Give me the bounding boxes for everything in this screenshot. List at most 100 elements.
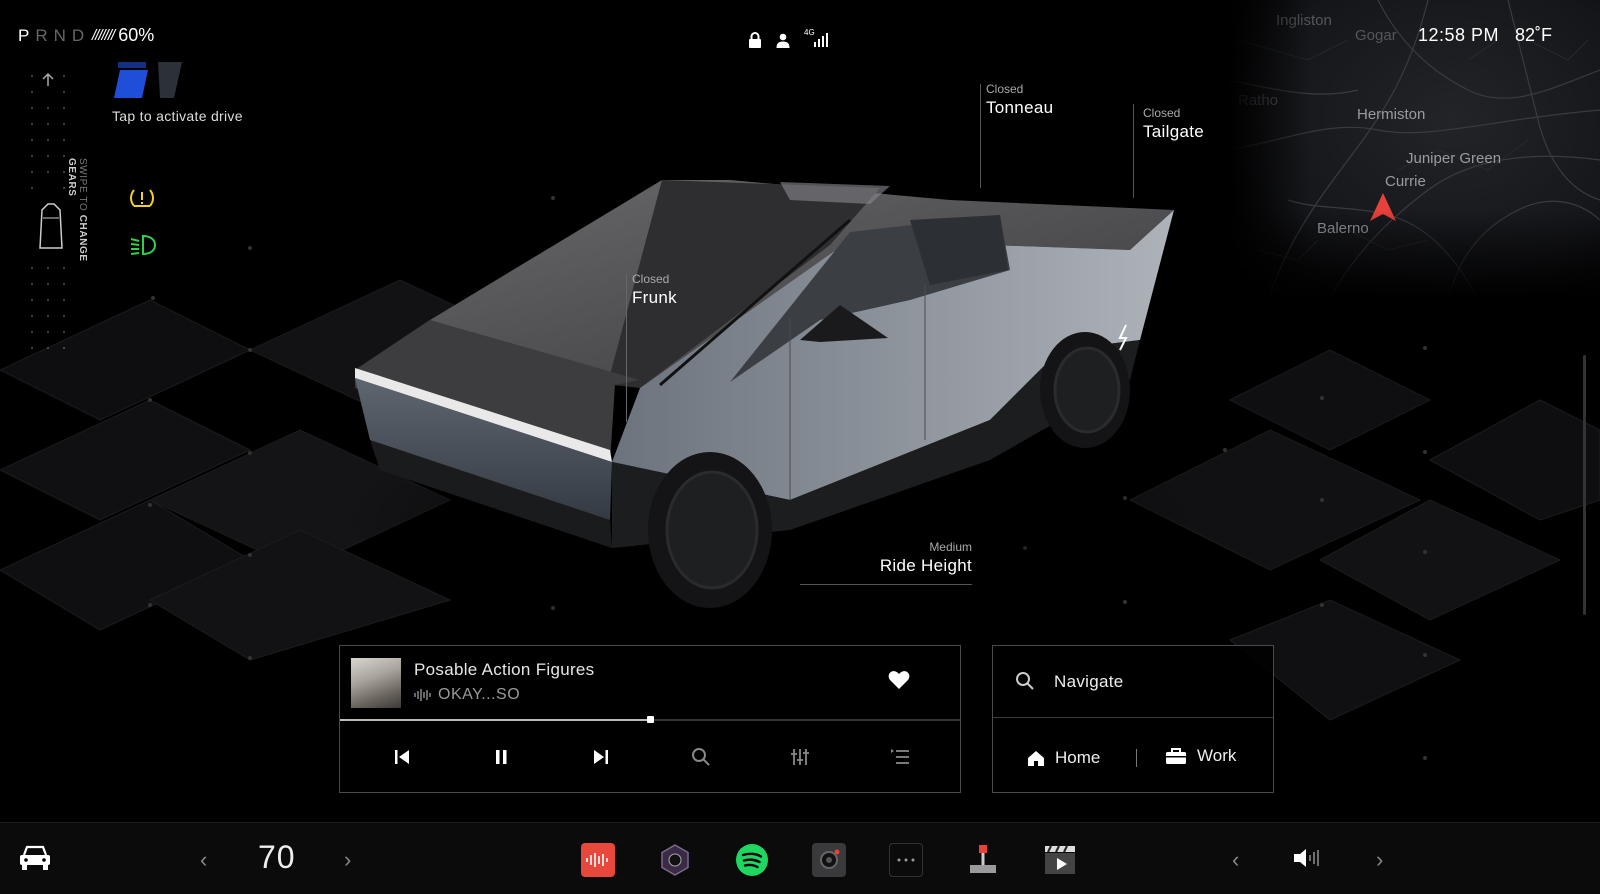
divider	[1136, 749, 1137, 767]
equalizer-button[interactable]	[785, 742, 815, 772]
car-icon[interactable]	[18, 843, 52, 873]
voice-memo-app[interactable]	[581, 843, 615, 877]
gear-indicator: PRND	[18, 26, 90, 46]
tap-to-activate-drive[interactable]: Tap to activate drive	[112, 108, 243, 124]
dashcam-app[interactable]	[812, 843, 846, 877]
temp-increase-button[interactable]: ›	[344, 847, 351, 873]
navigate-label: Navigate	[1054, 672, 1124, 691]
map-label: Juniper Green	[1406, 150, 1502, 167]
progress-fill	[340, 719, 650, 721]
clock: 12:58 PM	[1418, 25, 1500, 45]
headlight-icon	[130, 234, 157, 256]
cybertruck-model[interactable]	[350, 170, 1190, 620]
frunk-leader-line	[626, 274, 627, 422]
battery-stripes: ///////	[92, 27, 115, 44]
tailgate-label: Tailgate	[1143, 122, 1204, 141]
pause-button[interactable]	[486, 742, 516, 772]
navigate-search-row[interactable]: Navigate	[993, 646, 1273, 718]
home-label: Home	[1055, 748, 1101, 767]
search-icon	[692, 748, 710, 766]
clapperboard-icon	[1045, 845, 1075, 874]
swipe-prefix: SWIPE TO	[77, 158, 88, 212]
tailgate-callout[interactable]: Closed Tailgate	[1143, 106, 1204, 142]
favorite-heart-icon[interactable]	[888, 670, 910, 690]
scrollbar[interactable]	[1583, 355, 1586, 615]
volume-increase-button[interactable]: ›	[1376, 847, 1383, 873]
home-icon	[1028, 750, 1044, 766]
search-icon	[1016, 672, 1034, 690]
volume-decrease-button[interactable]: ‹	[1232, 847, 1239, 873]
ellipsis-icon	[897, 858, 915, 862]
bottom-dock: ‹ 70 › ‹ ›	[0, 822, 1600, 894]
map-label: Currie	[1385, 173, 1426, 190]
climate-temperature[interactable]: 70	[258, 839, 296, 876]
volume-icon[interactable]	[1292, 847, 1322, 869]
tonneau-leader-line	[980, 84, 981, 188]
hexagon-lens-icon	[661, 844, 689, 876]
drive-activation-icon[interactable]	[112, 58, 192, 102]
tailgate-leader-line	[1133, 104, 1134, 198]
gear-r: R	[35, 26, 54, 45]
signal-indicator: 4G	[804, 28, 830, 48]
voice-wave-icon	[586, 853, 608, 867]
battery-percent: 60%	[118, 25, 155, 45]
ride-height-leader-line	[800, 584, 972, 585]
media-search-button[interactable]	[686, 742, 716, 772]
map-label: Ratho	[1238, 92, 1279, 109]
swipe-gears-hint: SWIPE TO CHANGE GEARS	[66, 158, 88, 298]
signal-bars-icon	[814, 33, 828, 47]
joystick-icon	[970, 845, 996, 873]
gear-n: N	[53, 26, 72, 45]
ride-height-label: Ride Height	[879, 556, 972, 575]
map-label: Gogar	[1355, 27, 1397, 44]
artist-name: OKAY...SO	[438, 686, 521, 703]
briefcase-icon	[1166, 748, 1186, 764]
outside-temperature: 82˚F	[1515, 25, 1553, 45]
navigation-arrow-icon	[1370, 193, 1396, 221]
gear-shift-slider[interactable]	[28, 68, 68, 358]
media-player-card: Posable Action Figures OKAY...SO	[339, 645, 961, 793]
home-shortcut[interactable]: Home	[1027, 748, 1100, 768]
work-shortcut[interactable]: Work	[1165, 746, 1236, 766]
playback-progress-bar[interactable]	[340, 716, 960, 723]
previous-track-button[interactable]	[387, 742, 417, 772]
theater-app[interactable]	[1043, 843, 1077, 877]
audio-wave-icon	[414, 689, 431, 701]
temp-decrease-button[interactable]: ‹	[200, 847, 207, 873]
queue-button[interactable]	[885, 742, 915, 772]
map-label: Balerno	[1317, 220, 1369, 237]
ride-height-callout[interactable]: Medium Ride Height	[860, 540, 972, 576]
frunk-callout[interactable]: Closed Frunk	[632, 272, 677, 308]
queue-list-icon	[891, 749, 909, 764]
next-track-button[interactable]	[586, 742, 616, 772]
profile-icon[interactable]	[776, 33, 790, 48]
tailgate-state: Closed	[1143, 106, 1181, 120]
map-label: Hermiston	[1357, 106, 1426, 123]
pause-icon	[496, 750, 507, 764]
tonneau-label: Tonneau	[986, 98, 1054, 117]
spotify-app[interactable]	[735, 843, 769, 877]
map-label: Ingliston	[1276, 12, 1332, 29]
tonneau-callout[interactable]: Closed Tonneau	[986, 82, 1053, 118]
gear-d: D	[71, 26, 91, 45]
equalizer-icon	[791, 749, 809, 765]
frunk-state: Closed	[632, 272, 670, 286]
tire-pressure-warning-icon	[130, 189, 154, 207]
work-label: Work	[1197, 746, 1237, 765]
camera-lens-app[interactable]	[658, 843, 692, 877]
song-title: Posable Action Figures	[414, 660, 595, 679]
spotify-icon	[736, 844, 768, 876]
lock-icon[interactable]	[748, 32, 762, 48]
tonneau-state: Closed	[986, 82, 1024, 96]
album-art[interactable]	[351, 658, 401, 708]
ride-height-state: Medium	[929, 540, 972, 554]
skip-back-icon	[395, 750, 409, 764]
skip-forward-icon	[594, 750, 608, 764]
joystick-app[interactable]	[966, 843, 1000, 877]
more-apps-button[interactable]	[889, 843, 923, 877]
frunk-label: Frunk	[632, 288, 677, 307]
progress-knob[interactable]	[647, 716, 654, 723]
navigation-card: Navigate Home Work	[992, 645, 1274, 793]
dashcam-icon	[820, 849, 840, 869]
media-controls	[340, 742, 960, 772]
